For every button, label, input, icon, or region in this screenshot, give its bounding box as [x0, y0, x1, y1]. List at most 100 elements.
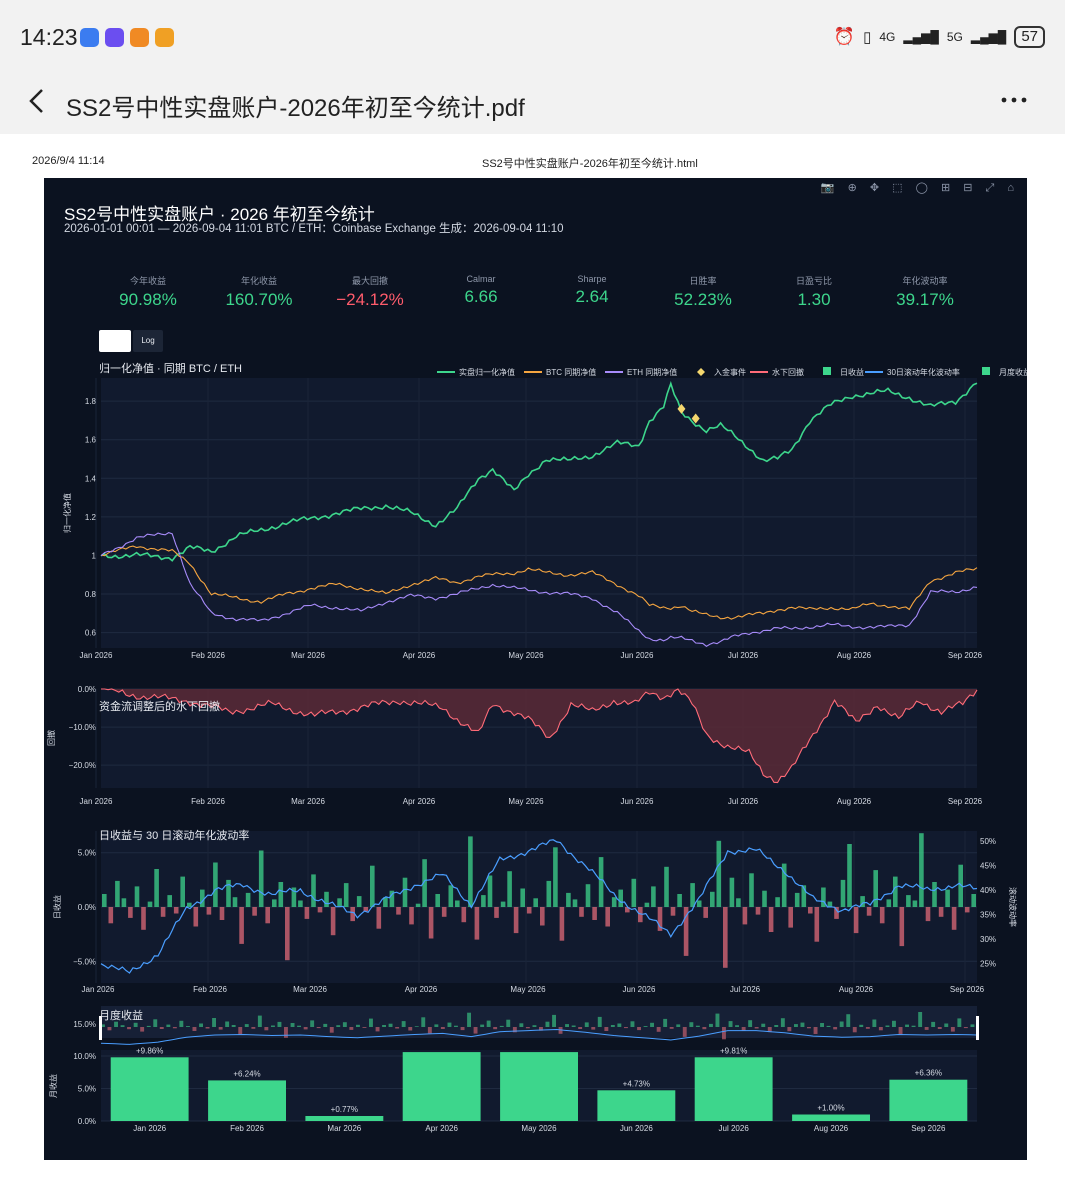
monthly-data-label: +1.00% [817, 1104, 844, 1113]
slider-mini-bar [878, 1027, 883, 1031]
daily-return-bar [690, 883, 695, 907]
daily-return-bar [409, 907, 414, 925]
slider-mini-bar [643, 1026, 648, 1027]
slider-mini-bar [807, 1027, 811, 1029]
daily-return-bar [376, 907, 382, 929]
slider-mini-bar [728, 1021, 733, 1027]
x-tick-label: Feb 2026 [191, 797, 225, 806]
slider-mini-bar [702, 1027, 707, 1030]
slider-mini-bar [937, 1027, 942, 1029]
daily-return-bar [710, 891, 715, 907]
print-filename: SS2号中性实盘账户-2026年初至今统计.html [482, 158, 698, 170]
slider-mini-bar [218, 1027, 223, 1030]
daily-return-bar [540, 907, 545, 926]
daily-return-bar [749, 873, 754, 907]
slider-mini-bar [342, 1022, 347, 1027]
slider-mini-bar [591, 1027, 596, 1030]
slider-mini-bar [127, 1027, 131, 1030]
slider-mini-bar [401, 1021, 406, 1027]
alarm-icon: ⏰ [833, 27, 856, 46]
x-tick-label: Feb 2026 [230, 1124, 264, 1133]
slider-mini-bar [552, 1014, 556, 1027]
x-tick-label: Mar 2026 [293, 985, 327, 994]
slider-mini-bar [532, 1025, 537, 1027]
chevron-left-icon [29, 89, 43, 113]
y2-tick-label: 35% [980, 910, 996, 919]
daily-return-bar [566, 892, 571, 907]
slider-mini-bar [604, 1027, 609, 1031]
slider-mini-bar [506, 1019, 511, 1027]
slider-mini-bar [663, 1018, 668, 1027]
daily-return-bar [847, 844, 852, 907]
daily-return-bar [285, 907, 290, 961]
daily-return-bar [448, 885, 454, 907]
daily-return-bar [239, 907, 244, 944]
daily-return-bar [213, 862, 218, 907]
daily-return-bar [441, 907, 447, 917]
y2-tick-label: 45% [980, 861, 996, 870]
daily-return-bar [272, 899, 277, 907]
slider-mini-bar [741, 1027, 746, 1031]
legend-label: 水下回撤 [772, 367, 804, 377]
daily-return-bar [468, 836, 473, 907]
daily-return-bar [173, 907, 179, 914]
slider-mini-bar [519, 1023, 524, 1027]
y-tick-label: −5.0% [73, 957, 96, 966]
legend-marker [982, 367, 990, 375]
daily-return-bar [533, 898, 538, 907]
slider-mini-bar [290, 1023, 295, 1027]
x-tick-label: Feb 2026 [191, 651, 225, 660]
slider-mini-bar [264, 1027, 269, 1031]
monthly-return-bar [305, 1116, 384, 1121]
daily-return-bar [134, 886, 140, 907]
daily-return-bar [435, 894, 440, 907]
slider-mini-bar [565, 1024, 569, 1027]
slider-mini-bar [748, 1020, 753, 1027]
slider-mini-bar [382, 1025, 386, 1027]
back-button[interactable] [26, 86, 48, 124]
daily-return-bar [703, 907, 708, 918]
legend-label: 日收益 [840, 367, 864, 377]
monthly-chart-title: 月度收益 [99, 1008, 143, 1022]
x-tick-label: Jul 2026 [728, 651, 759, 660]
daily-return-bar [951, 907, 957, 930]
more-options-button[interactable] [999, 78, 1029, 116]
daily-return-bar [298, 900, 303, 907]
slider-mini-bar [336, 1025, 341, 1027]
slider-mini-bar [820, 1023, 824, 1027]
slider-mini-bar [722, 1027, 726, 1040]
dashboard-page: 📷 ⊕ ✥ ⬚ ◯ ⊞ ⊟ ⤢ ⌂ SS2号中性实盘账户 · 2026 年初至今… [44, 178, 1027, 1160]
status-time: 14:23 [20, 24, 78, 50]
slider-mini-bar [493, 1027, 498, 1030]
y-tick-label: 10.0% [73, 1052, 96, 1061]
monthly-return-bar [792, 1114, 870, 1121]
daily-return-bar [827, 901, 833, 907]
x-tick-label: Sep 2026 [948, 651, 983, 660]
daily-return-bar [193, 907, 199, 927]
x-tick-label: Apr 2026 [403, 797, 436, 806]
slider-mini-bar [931, 1021, 936, 1027]
slider-mini-bar [800, 1022, 805, 1027]
slider-mini-bar [316, 1027, 321, 1029]
monthly-data-label: +9.81% [720, 1046, 747, 1055]
monthly-return-bar [208, 1080, 286, 1121]
drawdown-y-axis-title: 回撤 [46, 730, 56, 746]
slider-mini-bar [434, 1024, 439, 1027]
slider-mini-bar [963, 1027, 968, 1029]
daily-return-bar [592, 907, 597, 920]
x-tick-label: Jan 2026 [82, 985, 115, 994]
slider-mini-bar [610, 1025, 615, 1027]
daily-return-bar [572, 899, 578, 907]
legend-marker [697, 368, 705, 376]
daily-return-bar [154, 869, 159, 907]
daily-return-bar [370, 865, 375, 907]
daily-return-bar [245, 892, 251, 907]
monthly-data-label: +6.36% [915, 1069, 942, 1078]
monthly-return-bar [110, 1057, 189, 1121]
app-notification-icon [155, 28, 174, 47]
slider-mini-bar [924, 1027, 929, 1030]
daily-return-bar [494, 907, 499, 918]
daily-return-bar [455, 900, 460, 907]
slider-mini-bar [794, 1024, 798, 1027]
y-tick-label: −10.0% [69, 723, 96, 732]
